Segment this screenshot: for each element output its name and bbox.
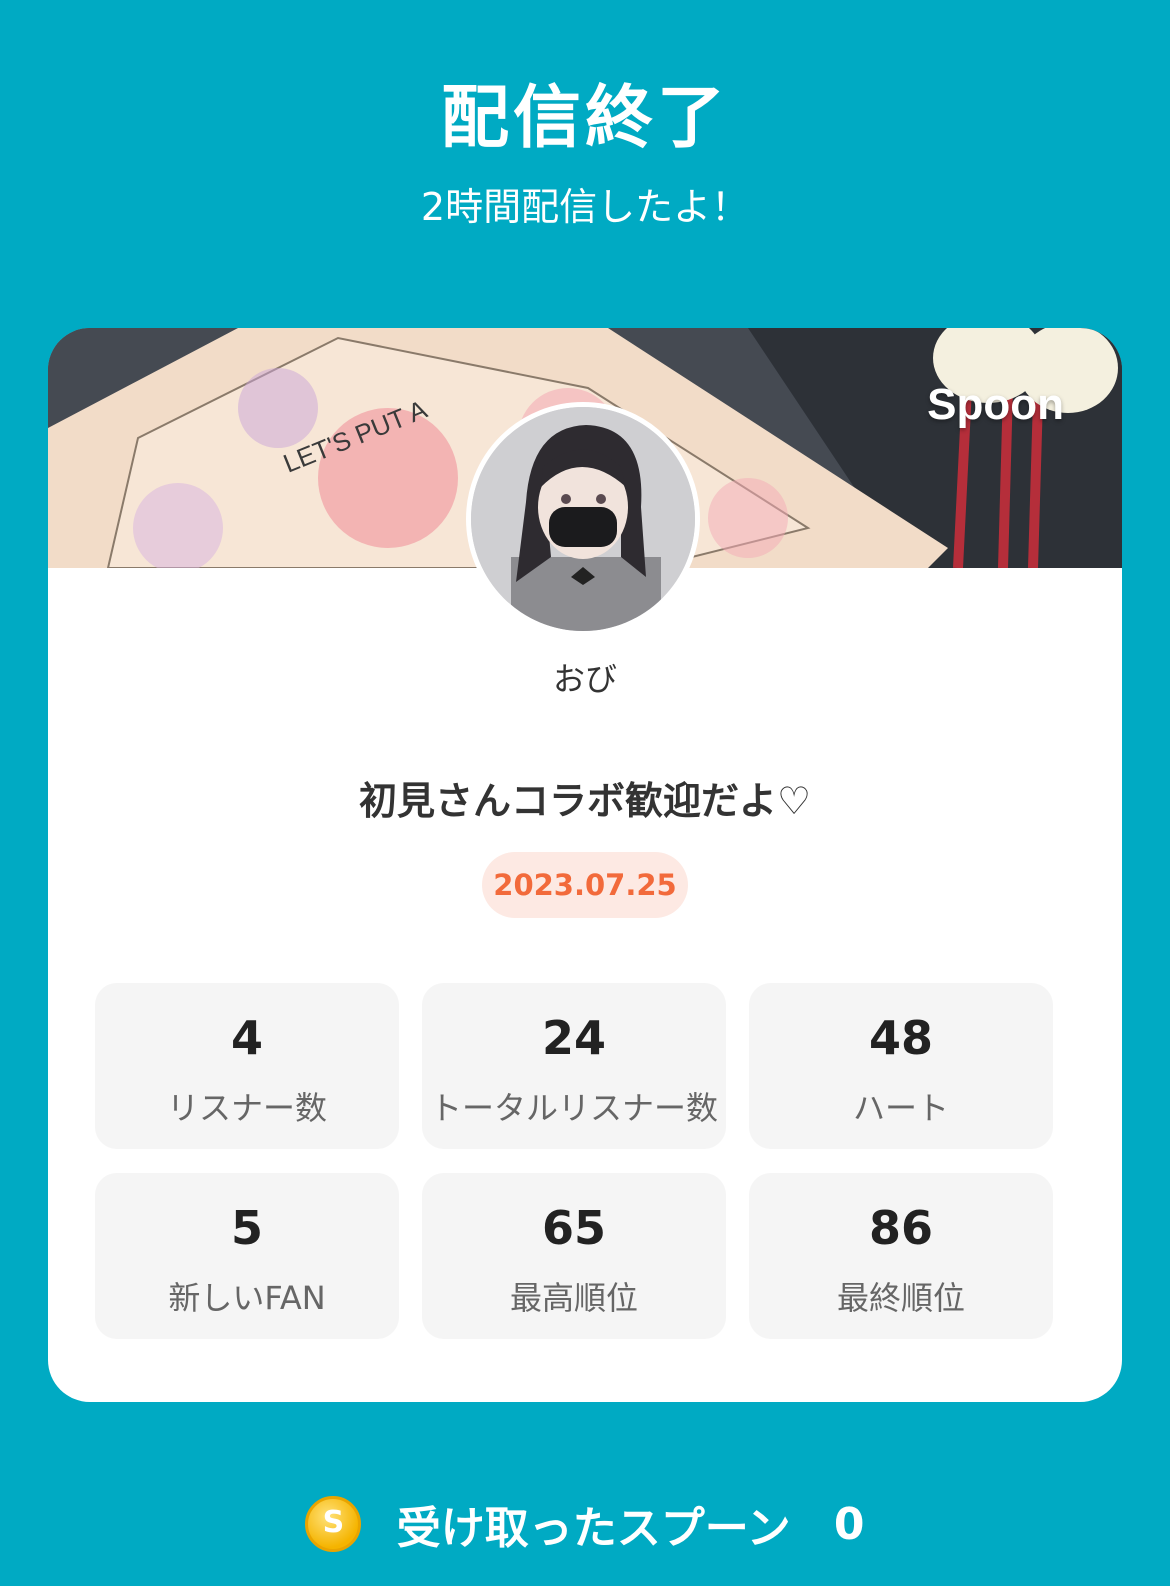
date-badge: 2023.07.25 [482, 852, 688, 918]
stat-label: 最高順位 [509, 1279, 638, 1317]
stat-value: 4 [230, 1011, 263, 1065]
username: おび [552, 660, 617, 698]
stat-hearts: 48 ハート [749, 983, 1053, 1149]
stat-highest-rank: 65 最高順位 [422, 1173, 726, 1339]
stat-total-listeners: 24 トータルリスナー数 [422, 983, 726, 1149]
summary-card: LET'S PUT A Spoon おび 初見さんコラボ歓迎だよ♡ 2023.0… [48, 328, 1122, 1402]
stat-value: 5 [230, 1201, 263, 1255]
stream-title: 初見さんコラボ歓迎だよ♡ [358, 779, 812, 823]
brand-logo: Spoon [927, 380, 1064, 429]
stat-new-fans: 5 新しいFAN [95, 1173, 399, 1339]
stat-value: 65 [541, 1201, 606, 1255]
stat-label: 新しいFAN [168, 1279, 326, 1317]
page-title: 配信終了 [440, 79, 729, 158]
stat-label: ハート [852, 1089, 949, 1127]
stat-value: 24 [541, 1011, 606, 1065]
avatar-image [471, 407, 695, 631]
page-subtitle: 2時間配信したよ！ [420, 185, 750, 229]
stat-value: 48 [868, 1011, 933, 1065]
stat-label: リスナー数 [166, 1089, 327, 1127]
avatar[interactable] [466, 402, 700, 636]
spoon-coin-icon: S [305, 1496, 362, 1552]
stat-value: 86 [868, 1201, 933, 1255]
spoon-count: 0 [833, 1498, 865, 1550]
stat-listeners: 4 リスナー数 [95, 983, 399, 1149]
spoon-label: 受け取ったスプーン [396, 1503, 791, 1554]
received-spoons: S 受け取ったスプーン 0 [0, 1492, 1170, 1562]
stat-label: トータルリスナー数 [429, 1089, 718, 1127]
stat-label: 最終順位 [836, 1279, 965, 1317]
stat-final-rank: 86 最終順位 [749, 1173, 1053, 1339]
